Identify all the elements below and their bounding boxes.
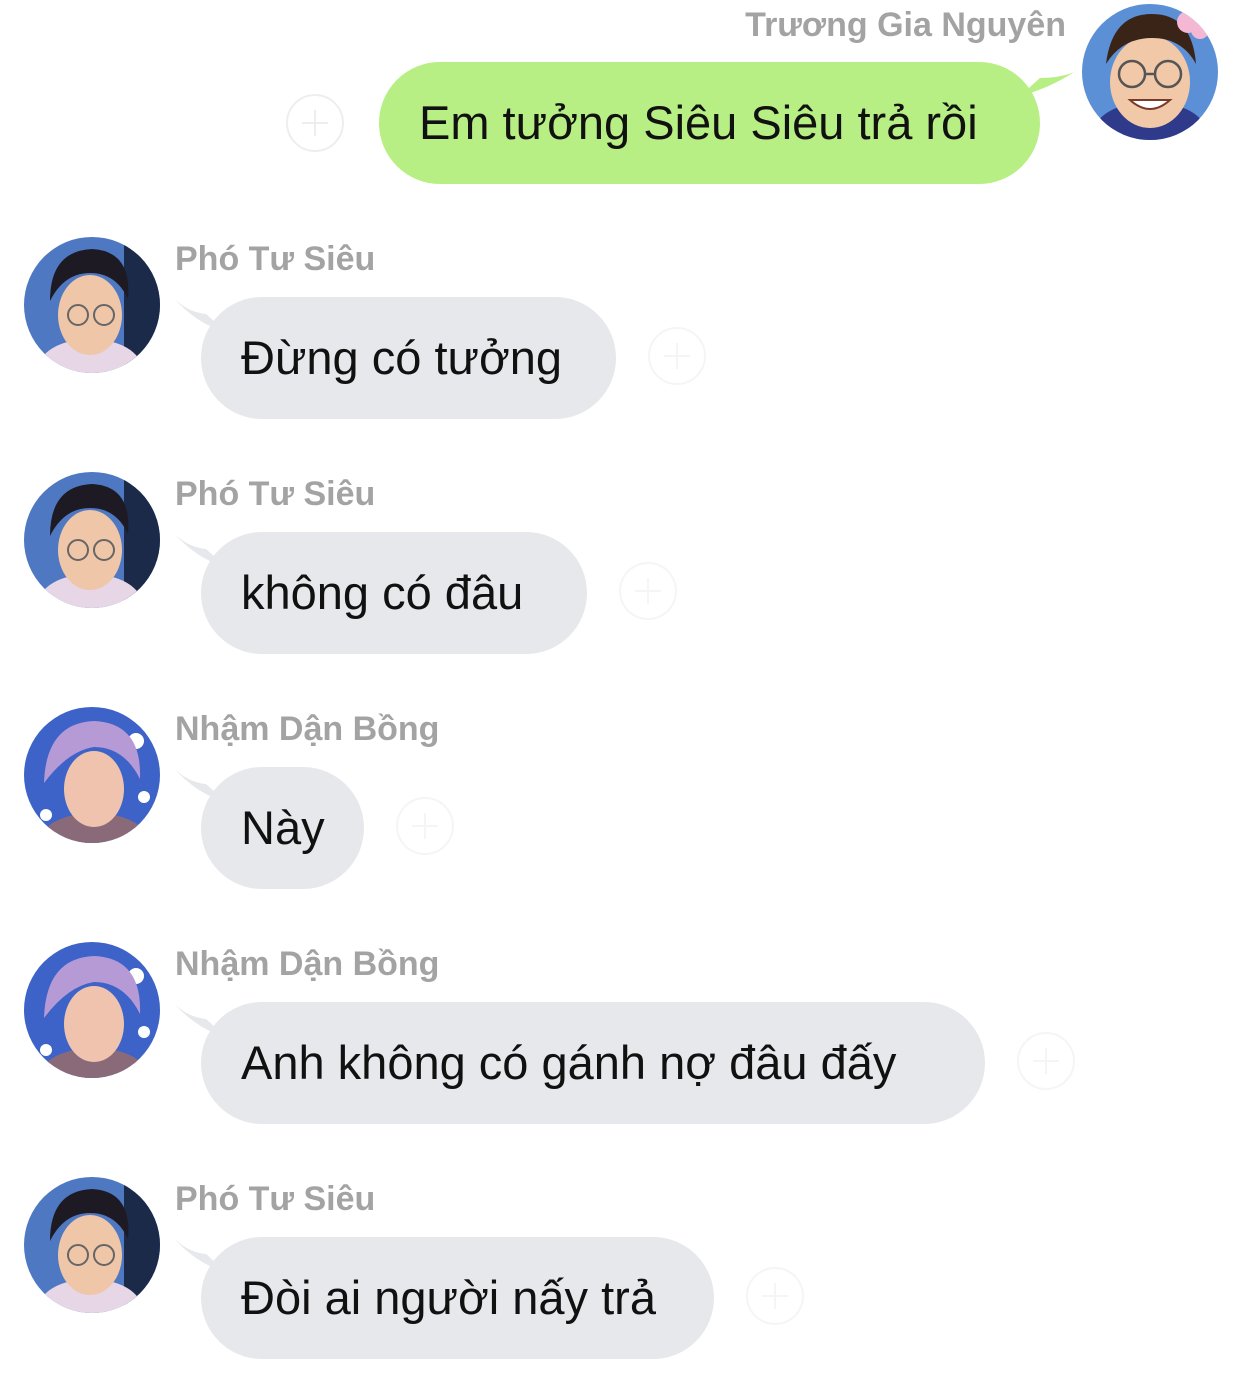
sender-name: Phó Tư Siêu <box>175 475 376 513</box>
message-bubble[interactable]: Em tưởng Siêu Siêu trả rồi <box>379 62 1040 184</box>
avatar[interactable] <box>1082 4 1218 140</box>
avatar[interactable] <box>24 237 160 373</box>
message-bubble[interactable]: Đừng có tưởng <box>201 297 616 419</box>
avatar[interactable] <box>24 1177 160 1313</box>
sender-name: Nhậm Dận Bồng <box>175 945 440 983</box>
add-reaction-icon[interactable] <box>746 1267 804 1325</box>
message-bubble[interactable]: Đòi ai người nấy trả <box>201 1237 714 1359</box>
add-reaction-icon[interactable] <box>648 327 706 385</box>
message-bubble[interactable]: Này <box>201 767 364 889</box>
add-reaction-icon[interactable] <box>1017 1032 1075 1090</box>
avatar[interactable] <box>24 472 160 608</box>
add-reaction-icon[interactable] <box>396 797 454 855</box>
sender-name: Trương Gia Nguyên <box>745 6 1066 44</box>
add-reaction-icon[interactable] <box>286 94 344 152</box>
avatar[interactable] <box>24 942 160 1078</box>
sender-name: Nhậm Dận Bồng <box>175 710 440 748</box>
avatar[interactable] <box>24 707 160 843</box>
add-reaction-icon[interactable] <box>619 562 677 620</box>
sender-name: Phó Tư Siêu <box>175 1180 376 1218</box>
message-bubble[interactable]: không có đâu <box>201 532 587 654</box>
sender-name: Phó Tư Siêu <box>175 240 376 278</box>
message-bubble[interactable]: Anh không có gánh nợ đâu đấy <box>201 1002 985 1124</box>
